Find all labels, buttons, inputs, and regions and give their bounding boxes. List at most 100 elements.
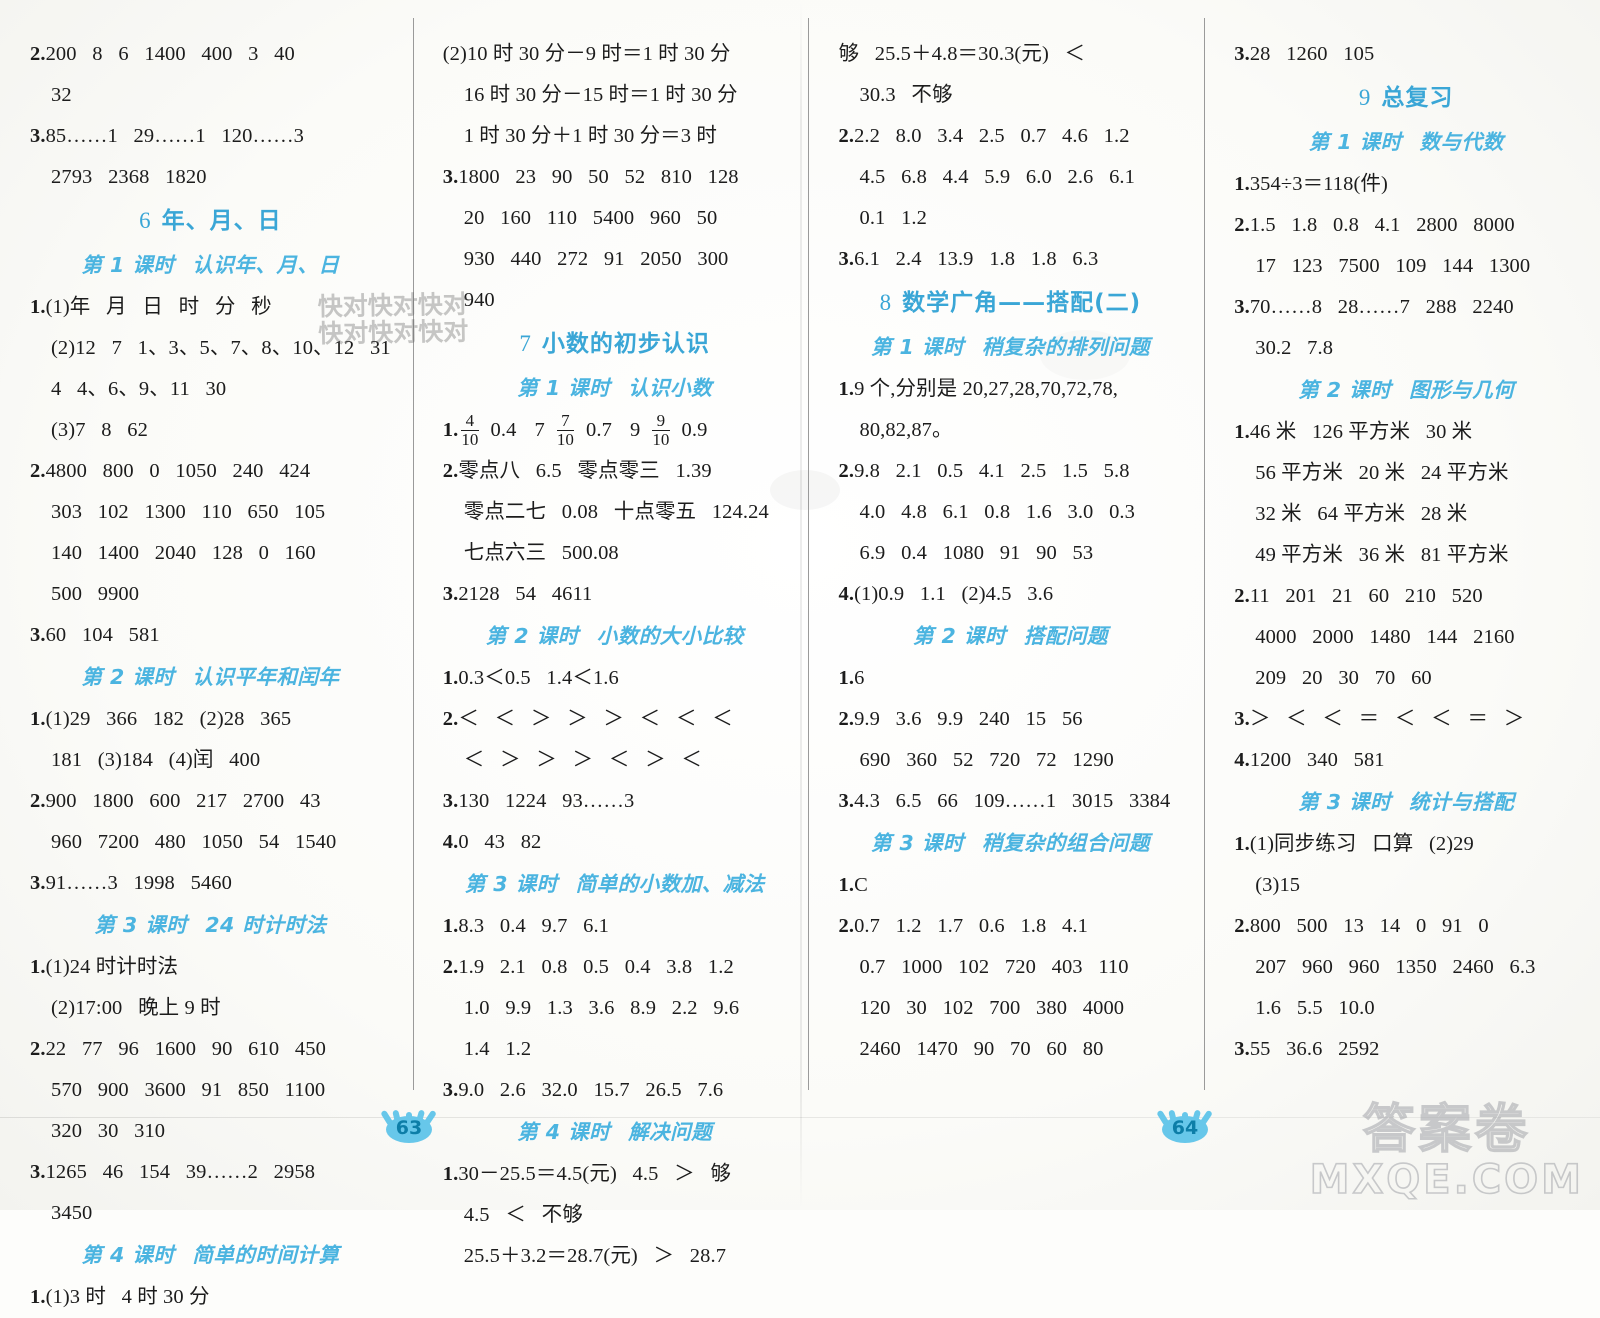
answer-index: 2. (1234, 585, 1250, 607)
answer-index: 2. (838, 915, 855, 937)
answer-index: 4. (442, 831, 459, 853)
answer-line: 2.800 500 13 14 0 91 0 (1234, 906, 1578, 947)
answer-index: 1. (442, 419, 459, 441)
col-3: 够 25.5＋4.8＝30.3(元) ＜ 30.3 不够 2.2.2 8.0 3.4… (808, 0, 1204, 1210)
answer-line: 140 1400 2040 128 0 160 (51, 542, 316, 564)
answer-index: 3. (1234, 43, 1250, 65)
answer-line: 够 25.5＋4.8＝30.3(元) ＜ (838, 43, 1086, 65)
lesson-title: 解决问题 (628, 1120, 713, 1144)
lesson-title: 图形与几何 (1409, 378, 1515, 402)
lesson-heading: 第 1 课时 稍复杂的排列问题 (838, 326, 1182, 369)
answer-index: 2. (30, 460, 46, 482)
answer-line: 4.(1)0.9 1.1 (2)4.5 3.6 (838, 574, 1182, 615)
answer-index: 3. (30, 125, 46, 147)
answer-line: 3450 (51, 1202, 93, 1224)
answer-text: (1)24 时计时法 (45, 956, 179, 978)
lesson-number: 第 2 课时 (81, 665, 175, 689)
answer-text: (1)0.9 1.1 (2)4.5 3.6 (854, 583, 1054, 605)
answer-line: 3.85……1 29……1 120……3 (30, 116, 391, 157)
answer-line: 500 9900 (51, 583, 140, 605)
answer-text: 85……1 29……1 120……3 (45, 125, 305, 147)
answer-index: 1. (442, 1163, 459, 1185)
answer-line: 32 米 64 平方米 28 米 (1255, 503, 1468, 525)
answer-index: 1. (30, 708, 46, 730)
answer-index: 3. (30, 872, 46, 894)
answer-index: 2. (838, 460, 855, 482)
answer-text: 9 个,分别是 20,27,28,70,72,78, (854, 378, 1119, 400)
answer-index: 3. (442, 166, 459, 188)
answer-line: 2.22 77 96 1600 90 610 450 (30, 1029, 391, 1070)
lesson-title: 搭配问题 (1023, 624, 1108, 648)
answer-text: (1)29 366 182 (2)28 365 (45, 708, 292, 730)
answer-line: 2.零点八 6.5 零点零三 1.39 (443, 451, 787, 492)
answer-line: 30.2 7.8 (1255, 337, 1334, 359)
answer-line: 七点六三 500.08 (463, 542, 619, 564)
lesson-number: 第 3 课时 (94, 913, 188, 937)
answer-text: C (854, 874, 868, 896)
answer-line: 16 时 30 分－15 时＝1 时 30 分 (463, 84, 738, 106)
answer-index: 3. (442, 1079, 459, 1101)
lesson-title: 认识平年和闰年 (192, 665, 340, 689)
answer-line: 4.0 4.8 6.1 0.8 1.6 3.0 0.3 (859, 501, 1136, 523)
lesson-title: 简单的时间计算 (192, 1243, 340, 1267)
answer-index: 2. (30, 790, 46, 812)
col-1: 2.200 8 6 1400 400 3 40 32 3.85……1 29……1 1… (0, 0, 413, 1308)
answer-line: 4.1200 340 581 (1234, 740, 1578, 781)
answer-text: 2.2 8.0 3.4 2.5 0.7 4.6 1.2 (854, 125, 1130, 147)
answer-line: 3.130 1224 93……3 (443, 781, 787, 822)
answer-text: 零点八 6.5 零点零三 1.39 (458, 460, 712, 482)
answer-line: (2)17:00 晚上 9 时 (51, 997, 221, 1019)
answer-line: 1.4 1.2 (463, 1038, 532, 1060)
answer-line: 1.0.3＜0.5 1.4＜1.6 (443, 658, 787, 699)
answer-text: 4800 800 0 1050 240 424 (45, 460, 311, 482)
answer-text: (1)年 月 日 时 分 秒 (45, 296, 272, 318)
answer-line: 2.＜ ＜ ＞ ＞ ＞ ＜ ＜ ＜ (443, 699, 787, 740)
footer-rule (0, 1117, 1600, 1118)
answer-line: 1.30－25.5＝4.5(元) 4.5 ＞ 够 (443, 1154, 787, 1195)
answer-line: (2)10 时 30 分－9 时＝1 时 30 分 (442, 43, 731, 65)
answer-value: 0.9 (681, 419, 708, 441)
lesson-heading: 第 3 课时 24 时计时法 (30, 904, 391, 947)
answer-line: 4 4、6、9、11 30 (51, 378, 227, 400)
answer-index: 4. (838, 583, 855, 605)
answer-line: 4.5 6.8 4.4 5.9 6.0 2.6 6.1 (859, 166, 1136, 188)
lesson-heading: 第 1 课时 认识年、月、日 (30, 244, 391, 287)
answer-line: 1.0 9.9 1.3 3.6 8.9 2.2 9.6 (463, 997, 740, 1019)
answer-line: 20 160 110 5400 960 50 (463, 207, 718, 229)
fraction: 4 10 (461, 411, 479, 449)
answer-line: 2.0.7 1.2 1.7 0.6 1.8 4.1 (838, 906, 1182, 947)
answer-line: (3)15 (1255, 874, 1301, 896)
answer-line: 1.(1)3 时 4 时 30 分 (30, 1277, 391, 1318)
answer-index: 1. (30, 956, 46, 978)
answer-line: 1.(1)年 月 日 时 分 秒 (30, 287, 391, 328)
fraction: 9 10 (652, 412, 670, 448)
answer-line: (3)7 8 62 (51, 419, 148, 441)
lesson-title: 稍复杂的排列问题 (981, 335, 1150, 359)
answer-index: 4. (1234, 749, 1250, 771)
lesson-number: 第 4 课时 (517, 1120, 611, 1144)
answer-line: 930 440 272 91 2050 300 (463, 248, 729, 270)
answer-line: 690 360 52 720 72 1290 (859, 749, 1114, 771)
answer-index: 3. (838, 790, 855, 812)
lesson-number: 第 3 课时 (870, 831, 964, 855)
lesson-number: 第 2 课时 (1298, 378, 1392, 402)
answer-index: 2. (838, 708, 855, 730)
answer-text: ＜ ＜ ＞ ＞ ＞ ＜ ＜ ＜ (458, 708, 733, 730)
answer-index: 3. (442, 790, 459, 812)
answer-line: 2.9.8 2.1 0.5 4.1 2.5 1.5 5.8 (838, 451, 1182, 492)
fraction-numerator: 4 (465, 411, 475, 431)
unit-number: 8 (879, 290, 893, 315)
fraction-denominator: 10 (461, 429, 479, 449)
answer-index: 2. (838, 125, 855, 147)
answer-text: 22 77 96 1600 90 610 450 (45, 1038, 326, 1060)
unit-number: 9 (1358, 85, 1372, 110)
answer-line: 0.1 1.2 (859, 207, 928, 229)
answer-text: 1800 23 90 50 52 810 128 (458, 166, 739, 188)
answer-index: 1. (1234, 173, 1250, 195)
answer-index: 3. (1234, 1038, 1250, 1060)
answer-line: 1 时 30 分＋1 时 30 分＝3 时 (463, 125, 717, 147)
answer-text: 9.9 3.6 9.9 240 15 56 (854, 708, 1083, 730)
answer-line: 零点二七 0.08 十点零五 124.24 (463, 501, 769, 523)
answer-line: 49 平方米 36 米 81 平方米 (1255, 544, 1509, 566)
answer-text: 30－25.5＝4.5(元) 4.5 ＞ 够 (458, 1163, 732, 1185)
